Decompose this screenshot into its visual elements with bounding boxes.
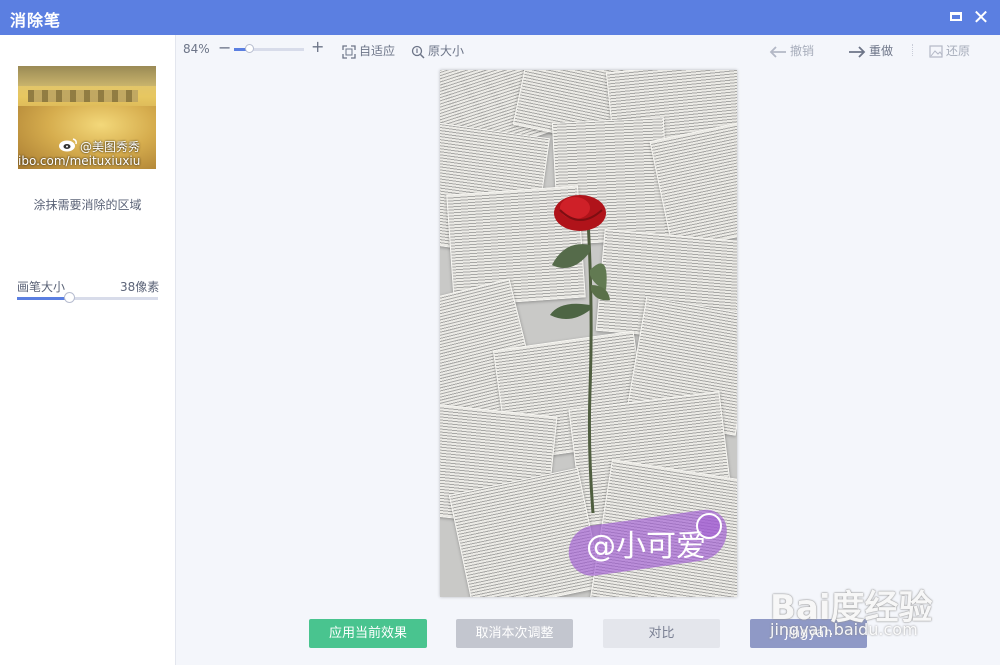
brush-size-value: 38像素 bbox=[120, 280, 160, 294]
fit-icon bbox=[342, 44, 356, 59]
baidu-url: jingyan.baidu.com bbox=[770, 620, 918, 639]
arrow-left-icon bbox=[769, 45, 786, 58]
fit-label: 自适应 bbox=[359, 44, 396, 58]
baidu-jingyan-watermark: Bai度经验 jingyan.baidu.com bbox=[770, 580, 970, 650]
title-bar: 消除笔 ✕ bbox=[0, 0, 1000, 35]
toolbar-divider bbox=[912, 44, 914, 56]
undo-label: 撤销 bbox=[790, 44, 815, 58]
compare-button[interactable]: 对比 bbox=[603, 619, 720, 648]
brush-size-slider-handle[interactable] bbox=[64, 292, 76, 303]
sidebar: @美图秀秀 ibo.com/meituxiuxiu 涂抹需要消除的区域 画笔大小… bbox=[0, 35, 176, 665]
fit-to-window-button[interactable]: 自适应 bbox=[342, 42, 395, 59]
apply-button[interactable]: 应用当前效果 bbox=[309, 619, 427, 648]
magnifier-icon bbox=[411, 45, 425, 59]
brush-size-slider-fill bbox=[17, 297, 70, 300]
maximize-icon[interactable] bbox=[948, 8, 966, 26]
brush-size-slider[interactable] bbox=[17, 292, 158, 303]
close-icon[interactable]: ✕ bbox=[972, 7, 990, 27]
zoom-in-button[interactable]: + bbox=[311, 37, 324, 56]
brush-cursor bbox=[696, 513, 722, 539]
weibo-icon bbox=[59, 138, 77, 152]
zoom-slider[interactable] bbox=[234, 44, 304, 53]
erase-hint: 涂抹需要消除的区域 bbox=[33, 198, 142, 212]
undo-button[interactable]: 撤销 bbox=[769, 42, 814, 59]
image-icon bbox=[929, 45, 943, 58]
restore-label: 还原 bbox=[946, 44, 971, 58]
redo-button[interactable]: 重做 bbox=[848, 42, 893, 59]
cancel-button[interactable]: 取消本次调整 bbox=[456, 619, 573, 648]
canvas-watermark: @小可爱 bbox=[586, 529, 706, 564]
arrow-right-icon bbox=[849, 45, 866, 58]
zoom-percent: 84% bbox=[183, 42, 210, 56]
zoom-slider-handle[interactable] bbox=[245, 44, 255, 53]
zoom-out-button[interactable]: − bbox=[218, 38, 231, 57]
image-thumbnail: @美图秀秀 ibo.com/meituxiuxiu bbox=[18, 66, 156, 169]
window-title: 消除笔 bbox=[10, 11, 62, 30]
thumbnail-watermark: @美图秀秀 bbox=[80, 140, 141, 154]
edit-canvas[interactable]: @小可爱 bbox=[440, 70, 737, 597]
brush-size-label: 画笔大小 bbox=[17, 280, 66, 294]
redo-label: 重做 bbox=[869, 44, 894, 58]
thumbnail-watermark-url: ibo.com/meituxiuxiu bbox=[18, 154, 141, 168]
original-size-button[interactable]: 原大小 bbox=[411, 42, 464, 59]
original-size-label: 原大小 bbox=[428, 44, 465, 58]
restore-button[interactable]: 还原 bbox=[929, 42, 970, 59]
